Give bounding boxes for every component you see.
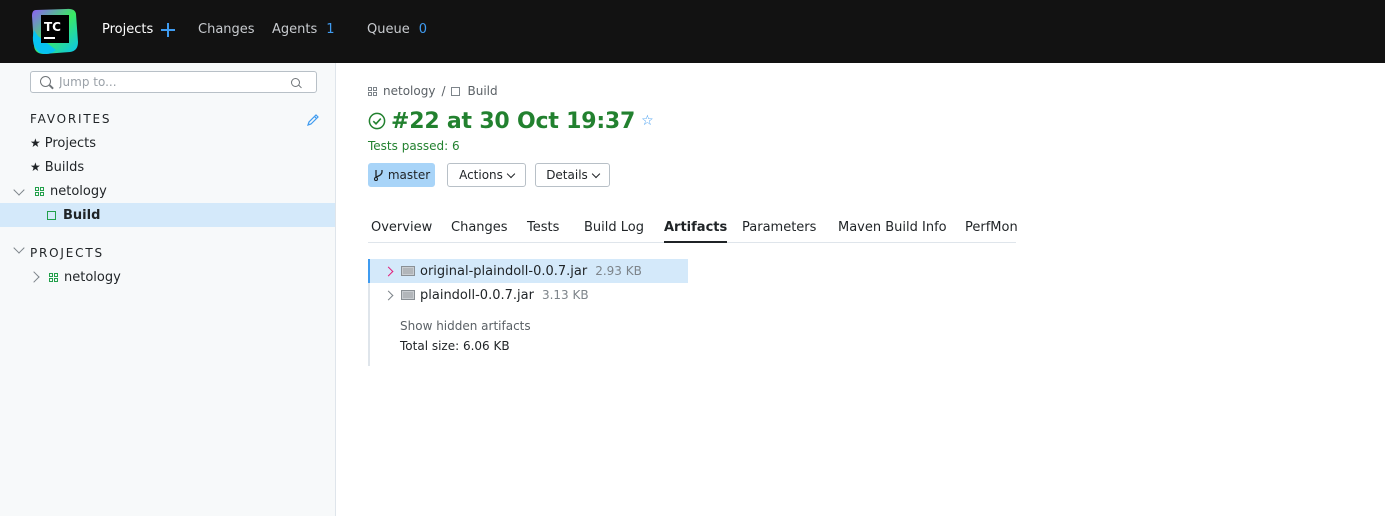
artifact-name[interactable]: plaindoll-0.0.7.jar [420, 288, 534, 303]
svg-text:TC: TC [44, 20, 61, 34]
build-header: #22 at 30 Oct 19:37 ☆ [368, 106, 654, 136]
favorites-builds[interactable]: ★ Builds [0, 155, 335, 179]
favorites-build-config[interactable]: Build [0, 203, 335, 227]
star-icon: ★ [30, 136, 41, 150]
nav-changes[interactable]: Changes [198, 22, 255, 37]
search-input[interactable] [59, 74, 279, 90]
breadcrumb-project[interactable]: netology [383, 84, 435, 98]
queue-count: 0 [418, 22, 427, 37]
nav-agents-label: Agents [272, 22, 318, 37]
build-tabs: Overview Changes Tests Build Log Artifac… [368, 220, 1018, 243]
success-check-icon [368, 112, 386, 130]
tests-passed-status[interactable]: Tests passed: 6 [368, 139, 460, 153]
tab-maven-build-info[interactable]: Maven Build Info [838, 220, 947, 242]
branch-icon [373, 170, 383, 181]
chevron-down-icon [591, 169, 601, 178]
build-title: #22 at 30 Oct 19:37 [391, 108, 636, 134]
chevron-right-icon[interactable] [383, 290, 394, 300]
tab-perfmon[interactable]: PerfMon [965, 220, 1018, 242]
sidebar: FAVORITES ★ Projects ★ Builds netology B… [0, 63, 336, 516]
favorites-project-netology[interactable]: netology [0, 179, 335, 203]
project-icon [49, 272, 58, 282]
artifact-size: 2.93 KB [595, 264, 642, 278]
search-icon [40, 76, 51, 87]
artifact-name[interactable]: original-plaindoll-0.0.7.jar [420, 264, 587, 279]
nav-projects-label: Projects [102, 22, 154, 37]
favorites-netology-label: netology [50, 183, 107, 199]
breadcrumb-separator: / [441, 84, 446, 98]
details-button[interactable]: Details [535, 163, 610, 187]
build-config-icon [47, 210, 56, 220]
agents-count: 1 [326, 22, 335, 37]
projects-netology[interactable]: netology [0, 265, 335, 289]
details-label: Details [546, 168, 588, 182]
add-project-plus-icon[interactable] [161, 22, 176, 37]
search-submit-icon[interactable] [291, 78, 300, 87]
tab-changes[interactable]: Changes [451, 220, 508, 242]
tab-tests[interactable]: Tests [527, 220, 559, 242]
build-config-icon [451, 86, 461, 96]
tab-overview[interactable]: Overview [371, 220, 432, 242]
project-icon [35, 186, 44, 196]
favorites-builds-label: Builds [44, 159, 85, 175]
total-size: Total size: 6.06 KB [400, 339, 510, 353]
artifact-size: 3.13 KB [541, 288, 589, 302]
projects-heading: PROJECTS [13, 242, 104, 260]
project-icon [368, 86, 377, 96]
chevron-down-icon [506, 169, 516, 178]
nav-projects[interactable]: Projects [102, 22, 176, 37]
tab-build-log[interactable]: Build Log [584, 220, 644, 242]
nav-changes-label: Changes [198, 22, 255, 37]
chevron-right-icon[interactable] [383, 266, 394, 276]
nav-agents[interactable]: Agents 1 [272, 22, 335, 37]
favorites-heading: FAVORITES [30, 112, 112, 126]
projects-heading-label: PROJECTS [30, 246, 104, 260]
archive-icon [401, 266, 415, 276]
favorites-build-label: Build [63, 207, 101, 223]
actions-button[interactable]: Actions [447, 163, 526, 187]
breadcrumb-build-config[interactable]: Build [467, 84, 497, 98]
chevron-down-icon[interactable] [13, 242, 25, 254]
top-navigation-bar: TC Projects Changes Agents 1 Queue 0 [0, 0, 1385, 63]
branch-button[interactable]: master [368, 163, 435, 187]
jump-to-search[interactable] [30, 71, 317, 93]
archive-icon [401, 290, 415, 300]
favorites-projects-label: Projects [44, 135, 97, 151]
artifact-row[interactable]: original-plaindoll-0.0.7.jar 2.93 KB [368, 259, 688, 283]
show-hidden-artifacts-link[interactable]: Show hidden artifacts [400, 319, 531, 333]
projects-netology-label: netology [64, 269, 121, 285]
tab-parameters[interactable]: Parameters [742, 220, 816, 242]
chevron-right-icon[interactable] [28, 271, 40, 283]
breadcrumb: netology / Build [368, 83, 498, 99]
nav-queue[interactable]: Queue 0 [367, 22, 427, 37]
teamcity-logo[interactable]: TC [30, 6, 80, 56]
favorites-projects[interactable]: ★ Projects [0, 131, 335, 155]
tab-artifacts[interactable]: Artifacts [664, 220, 728, 243]
favorite-star-icon[interactable]: ☆ [641, 113, 654, 129]
pencil-icon[interactable] [306, 113, 320, 127]
star-icon: ★ [30, 160, 41, 174]
artifact-row[interactable]: plaindoll-0.0.7.jar 3.13 KB [369, 283, 688, 307]
actions-label: Actions [459, 168, 503, 182]
nav-queue-label: Queue [367, 22, 410, 37]
chevron-down-icon[interactable] [13, 183, 25, 196]
branch-label: master [387, 168, 431, 182]
